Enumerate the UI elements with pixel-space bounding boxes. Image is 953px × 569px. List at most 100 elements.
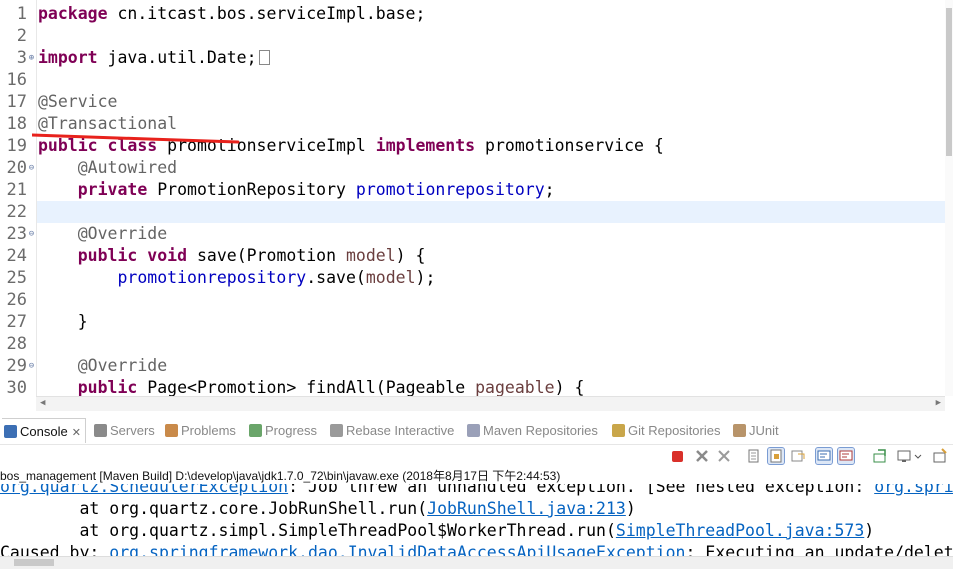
stacktrace-link[interactable]: JobRunShell.java:213 [427,499,626,518]
remove-all-icon[interactable] [716,448,732,464]
expand-fold-icon[interactable]: ⊕ [27,47,36,69]
line-number: 17 [6,92,27,112]
tab-progress[interactable]: Progress [249,423,317,438]
code-token: private [77,180,148,199]
terminate-icon[interactable] [672,451,683,462]
scroll-lock-icon[interactable] [767,447,785,465]
line-number: 28 [6,334,27,354]
tab-problems[interactable]: Problems [165,423,236,438]
code-token: ); [415,268,436,287]
code-token: PromotionRepository [147,180,356,199]
code-token: promotionrepository [355,180,545,199]
editor-scroll-thumb[interactable] [946,8,952,156]
code-token: ) { [395,246,426,265]
stacktrace-link[interactable]: SimpleThreadPool.java:573 [616,521,864,540]
code-line[interactable]: @Override [38,355,167,377]
tab-label: Maven Repositories [483,423,598,438]
servers-icon [94,424,107,437]
code-token: promotionservice { [475,136,664,155]
code-line[interactable]: public Page<Promotion> findAll(Pageable … [38,377,585,396]
code-token: cn.itcast.bos.serviceImpl.base; [107,4,426,23]
console-line[interactable]: Caused by: org.springframework.dao.Inval… [0,542,953,556]
line-number: 30 [6,378,27,396]
console-text: ) [625,499,636,518]
junit-icon [733,424,746,437]
line-number: 16 [6,70,27,90]
remove-launch-icon[interactable] [694,448,710,464]
stacktrace-link[interactable]: org.springframework.dao.InvalidDataAcces… [109,543,685,556]
code-token: pageable [475,378,555,396]
line-number: 22 [6,202,27,222]
code-line[interactable]: promotionrepository.save(model); [38,267,435,289]
stacktrace-link[interactable]: org.quartz.SchedulerException [0,484,288,496]
pin-console-icon[interactable] [872,448,888,464]
close-icon[interactable]: ✕ [72,427,81,439]
code-line[interactable]: } [38,311,88,333]
tab-label: Servers [110,423,155,438]
code-token: model [346,246,396,265]
code-line[interactable]: @Override [38,223,167,245]
collapse-fold-icon[interactable]: ⊖ [27,223,36,245]
stacktrace-link[interactable]: org.springframework [874,484,953,496]
console-scroll-thumb[interactable] [14,559,54,566]
code-token: ; [544,180,555,199]
collapse-fold-icon[interactable]: ⊖ [27,355,36,377]
console-line[interactable]: at org.quartz.core.JobRunShell.run(JobRu… [0,498,636,520]
editor-horizontal-scrollbar[interactable]: ◀ ▶ [36,396,945,411]
line-number: 18 [6,114,27,134]
console-line[interactable]: at org.quartz.simpl.SimpleThreadPool$Wor… [0,520,874,542]
collapse-fold-icon[interactable]: ⊖ [27,157,36,179]
console-toolbar [670,445,953,469]
maven-icon [467,424,480,437]
code-token: @Transactional [38,114,178,133]
tab-git-repositories[interactable]: Git Repositories [612,423,720,438]
code-token: void [147,246,188,265]
line-number: 23 [6,224,27,244]
display-console-icon[interactable] [896,448,912,464]
tab-console[interactable]: Console ✕ [2,418,86,443]
console-text: : Job threw an unhandled exception. [See… [288,484,875,496]
code-line[interactable]: @Autowired [38,157,177,179]
tab-rebase-interactive[interactable]: Rebase Interactive [330,423,454,438]
clear-console-icon[interactable] [746,448,762,464]
red-underline-annotation [32,133,240,144]
code-token: ) { [554,378,585,396]
code-line[interactable]: private PromotionRepository promotionrep… [38,179,555,201]
view-tab-bar: Console ✕ Servers Problems Progress Rebase In… [0,418,953,445]
tab-servers[interactable]: Servers [94,423,155,438]
code-line[interactable]: public void save(Promotion model) { [38,245,426,267]
scroll-left-icon[interactable]: ◀ [40,398,45,408]
code-token: java.util.Date; [97,48,257,67]
tab-junit[interactable]: JUnit [733,423,779,438]
scroll-right-icon[interactable]: ▶ [936,398,941,408]
code-editor[interactable]: 1 2 3 ⊕ 16 17 18 19 20 ⊖ 21 22 23 ⊖ 24 25 26 27 28 29 ⊖ 30 pa… [0,0,953,396]
view-separator [0,411,953,418]
console-line[interactable]: org.quartz.SchedulerException: Job threw… [0,484,953,498]
code-token: import [38,48,98,67]
word-wrap-icon[interactable] [790,448,806,464]
code-line[interactable]: import java.util.Date; [38,47,270,69]
chevron-down-icon[interactable] [914,448,922,464]
code-line[interactable]: package cn.itcast.bos.serviceImpl.base; [38,3,425,25]
console-output[interactable]: org.quartz.SchedulerException: Job threw… [0,484,953,556]
line-number: 19 [6,136,27,156]
tab-maven-repositories[interactable]: Maven Repositories [467,423,598,438]
console-horizontal-scrollbar[interactable] [0,556,953,569]
tab-label: Rebase Interactive [346,423,455,438]
tab-label: Progress [265,423,318,438]
console-icon [4,425,17,438]
open-console-icon[interactable] [932,448,948,464]
collapsed-imports-icon[interactable] [258,50,270,65]
code-token: @Autowired [77,158,178,177]
code-line[interactable]: @Service [38,91,117,113]
show-stdout-icon[interactable] [815,447,833,465]
show-stderr-icon[interactable] [837,447,855,465]
